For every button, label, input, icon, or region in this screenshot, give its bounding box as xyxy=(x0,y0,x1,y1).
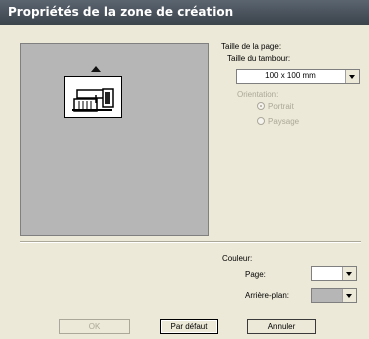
chevron-down-icon[interactable] xyxy=(342,267,356,280)
portrait-label: Portrait xyxy=(268,102,294,111)
portrait-radio[interactable] xyxy=(257,102,265,110)
color-heading: Couleur: xyxy=(222,254,253,263)
cancel-button[interactable]: Annuler xyxy=(247,319,316,334)
title-bar: Propriétés de la zone de création xyxy=(0,0,369,25)
orientation-label: Orientation: xyxy=(237,90,279,99)
design-area-preview xyxy=(20,43,209,236)
separator-left xyxy=(20,241,218,243)
chevron-down-icon[interactable] xyxy=(345,70,359,83)
hoop-size-value: 100 x 100 mm xyxy=(265,71,316,80)
up-arrow-icon xyxy=(91,66,101,72)
dialog-window: Propriétés de la zone de création Taille… xyxy=(0,0,369,339)
chevron-down-icon[interactable] xyxy=(342,289,356,302)
hoop-size-select[interactable]: 100 x 100 mm xyxy=(236,69,360,84)
separator-right xyxy=(218,241,361,243)
landscape-radio[interactable] xyxy=(257,117,265,125)
landscape-label: Paysage xyxy=(268,117,300,126)
page-size-heading: Taille de la page: xyxy=(221,42,282,51)
page-color-label: Page: xyxy=(245,270,266,279)
ok-button[interactable]: OK xyxy=(59,319,130,334)
background-color-select[interactable] xyxy=(311,288,357,303)
default-button[interactable]: Par défaut xyxy=(160,319,218,334)
page-color-select[interactable] xyxy=(311,266,357,281)
sewing-machine-icon xyxy=(64,76,122,118)
hoop-size-label: Taille du tambour: xyxy=(227,54,291,63)
background-color-label: Arrière-plan: xyxy=(245,291,290,300)
